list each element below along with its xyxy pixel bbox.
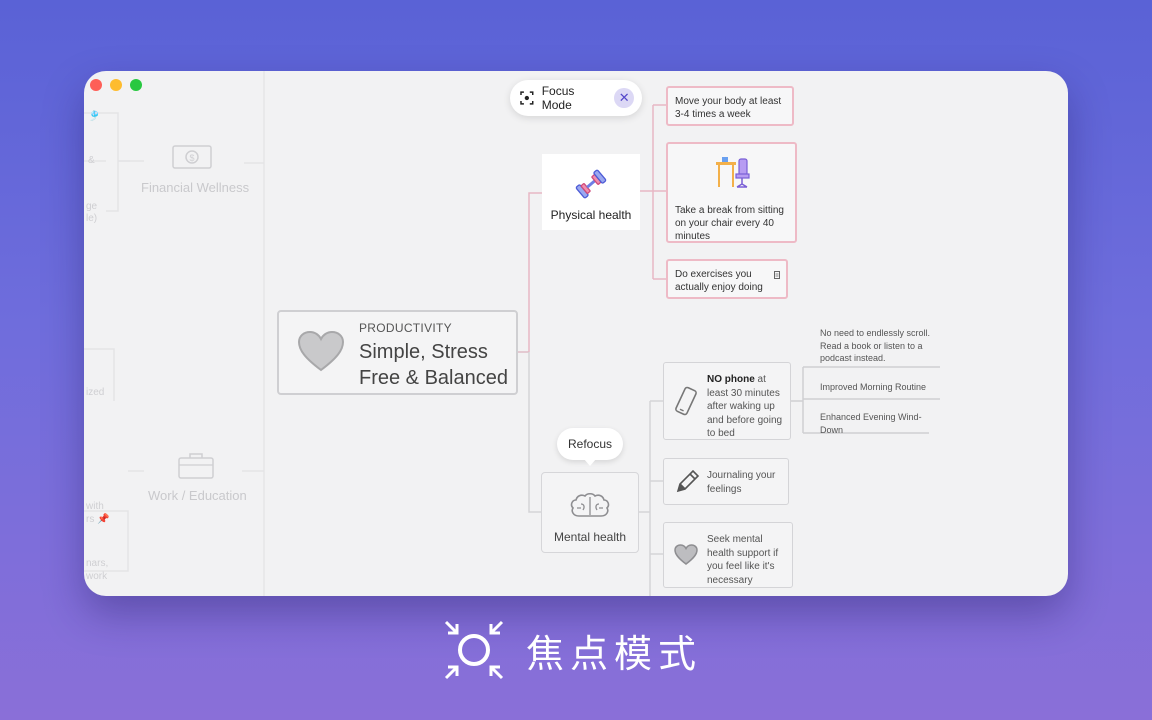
faded-fragment-rs: rs 📌 [86,514,110,525]
faded-fragment-ge: ge [86,201,98,212]
physical-health-label: Physical health [550,208,632,222]
faded-work-education: Work / Education [148,488,247,503]
faded-dollar-icon: $ [172,145,212,174]
pencil-icon [676,469,700,492]
close-window-button[interactable] [90,79,102,91]
heart-icon [297,330,345,372]
central-title: Simple, Stress Free & Balanced [359,341,508,389]
faded-icon-2: & [88,155,95,166]
mindmap-window: 🎐 & ge le) $ Financial Wellness ized Wor… [84,71,1068,596]
mental-card-journal[interactable]: Journaling your feelings [663,458,789,505]
svg-text:$: $ [189,153,194,163]
window-controls [90,79,142,91]
mental-health-label: Mental health [553,530,627,544]
physical-card-break[interactable]: Take a break from sitting on your chair … [666,142,797,243]
desk-chair-icon [716,157,750,188]
leaf-morning-routine[interactable]: Improved Morning Routine [820,381,944,394]
phone-bold-text: NO phone [707,374,755,385]
faded-fragment-le: le) [86,213,98,224]
faded-icon-1: 🎐 [88,111,101,122]
focus-mode-label: Focus Mode [541,84,575,112]
mental-card-phone[interactable]: NO phone at least 30 minutes after wakin… [663,362,791,440]
physical-card-move[interactable]: Move your body at least 3-4 times a week [666,86,794,126]
faded-fragment-nars: nars, [86,558,109,569]
phone-icon [675,386,697,416]
maximize-window-button[interactable] [130,79,142,91]
faded-fragment-with: with [86,501,104,512]
dumbbell-icon [575,169,607,199]
physical-health-node[interactable]: Physical health [542,154,640,230]
caption-text: 焦点模式 [526,631,703,676]
focus-mode-pill[interactable]: Focus Mode ✕ [510,80,642,116]
physical-card-break-text: Take a break from sitting on your chair … [675,205,784,242]
faded-briefcase-icon [178,453,214,484]
physical-card-exercises[interactable]: Do exercises you actually enjoy doing [666,259,788,299]
faded-fragment-work: work [86,571,108,582]
mental-card-support-text: Seek mental health support if you feel l… [707,534,779,586]
leaf-no-scroll[interactable]: No need to endlessly scroll. Read a book… [820,327,944,365]
mental-card-phone-text: NO phone at least 30 minutes after wakin… [707,373,784,441]
refocus-tooltip-button[interactable]: Refocus [557,428,623,466]
mental-card-journal-text: Journaling your feelings [707,470,776,495]
heart-outline-icon [674,544,698,565]
physical-card-exercises-text: Do exercises you actually enjoy doing [675,269,763,293]
focus-target-icon [520,91,534,105]
mental-health-node[interactable]: Mental health [541,472,639,553]
note-icon [774,271,780,279]
leaf-evening-wind-down[interactable]: Enhanced Evening Wind-Down [820,411,932,436]
central-kicker: PRODUCTIVITY [359,321,452,335]
mental-card-support[interactable]: Seek mental health support if you feel l… [663,522,793,588]
brain-icon [570,492,610,517]
central-topic[interactable]: PRODUCTIVITY Simple, Stress Free & Balan… [277,310,518,395]
close-focus-mode-button[interactable]: ✕ [614,88,634,108]
faded-fragment-ized: ized [86,387,105,398]
focus-mode-icon [444,620,504,680]
minimize-window-button[interactable] [110,79,122,91]
caption: 焦点模式 [442,618,702,682]
faded-financial-wellness: Financial Wellness [141,180,250,195]
